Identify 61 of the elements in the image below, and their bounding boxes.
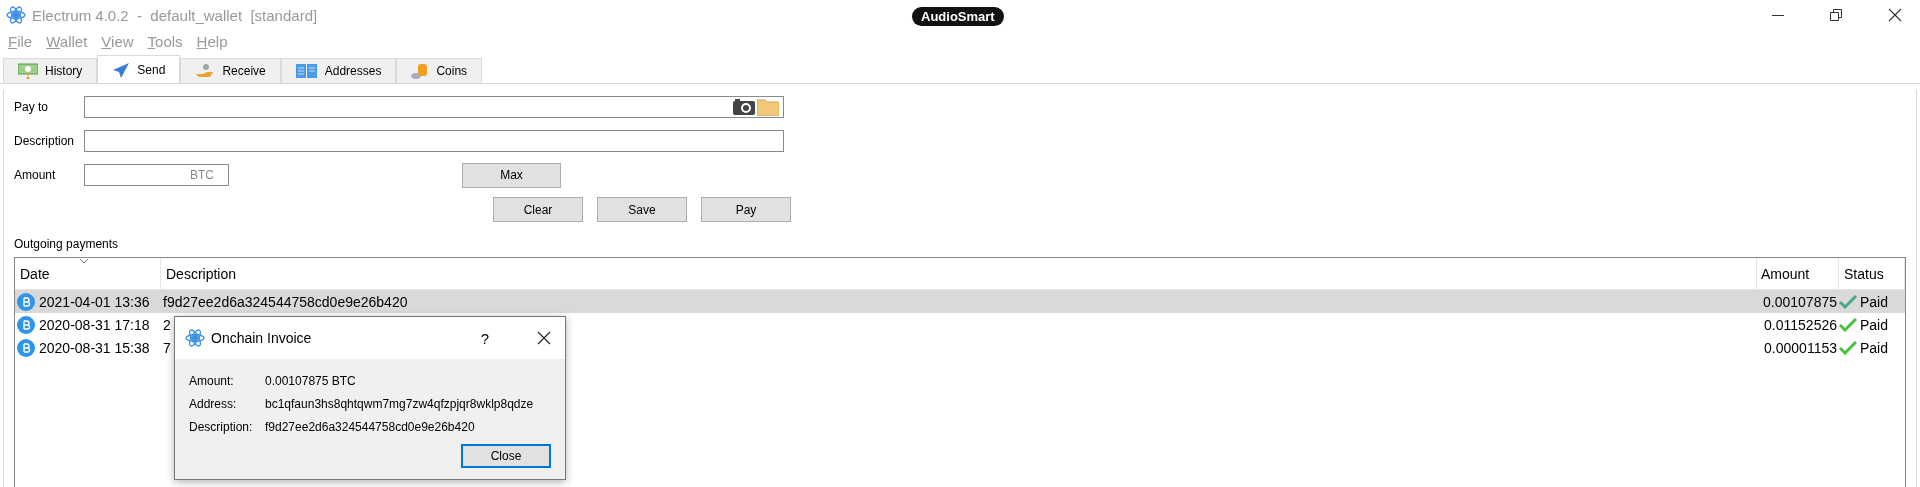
column-header[interactable]: Description: [161, 258, 1757, 289]
form-button[interactable]: Pay: [701, 197, 791, 222]
close-icon[interactable]: [537, 331, 551, 345]
description-cell: 2: [163, 316, 171, 333]
tab[interactable]: Addresses: [280, 58, 397, 83]
bitcoin-icon: [17, 315, 35, 334]
checkmark-icon: [1839, 340, 1857, 355]
section-title: Outgoing payments: [14, 237, 120, 253]
close-icon[interactable]: [1888, 8, 1902, 22]
field-value: f9d27ee2d6a324544758cd0e9e26b420: [265, 419, 475, 434]
book-icon: [295, 63, 318, 79]
amount-cell-text: 0.00001153: [1763, 339, 1838, 356]
sort-caret-icon: [79, 258, 89, 264]
field-value: 0.00107875 BTC: [265, 373, 356, 388]
description-field[interactable]: [84, 130, 784, 152]
restore-icon[interactable]: [1830, 9, 1842, 21]
status-cell: Paid: [1860, 339, 1889, 356]
pay-to-label: Pay to: [14, 100, 50, 114]
max-button[interactable]: Max: [462, 162, 561, 188]
description-label: Description: [14, 134, 76, 148]
help-button[interactable]: ?: [480, 329, 489, 347]
banknote-icon: [18, 63, 38, 79]
column-header[interactable]: Status: [1839, 258, 1905, 289]
form-button[interactable]: Clear: [493, 197, 583, 222]
column-header[interactable]: Amount: [1757, 258, 1839, 289]
app-logo-icon: [185, 328, 205, 348]
dialog-title: Onchain Invoice: [211, 330, 313, 346]
camera-icon[interactable]: [733, 99, 755, 115]
amount-cell-text: 0.00107875: [1762, 293, 1838, 310]
amount-field[interactable]: BTC: [84, 164, 229, 186]
checkmark-icon: [1839, 317, 1857, 332]
tab[interactable]: Coins: [396, 58, 483, 83]
field-value: bc1qfaun3hs8qhtqwm7mg7zw4qfzpjqr8wklp8qdze: [265, 396, 534, 411]
tab[interactable]: Receive: [180, 58, 281, 83]
form-button[interactable]: Save: [597, 197, 687, 222]
status-cell: Paid: [1860, 293, 1889, 310]
field-label: Description:: [189, 419, 254, 434]
close-button[interactable]: Close: [461, 444, 551, 468]
description-cell: 7: [163, 339, 171, 356]
window-title: Electrum 4.0.2 - default_wallet [standard]: [32, 6, 318, 24]
app-logo-icon: [6, 5, 26, 25]
description-cell: f9d27ee2d6a324544758cd0e9e26b420: [163, 293, 408, 310]
date-cell[interactable]: 2020-08-31 15:38: [39, 339, 150, 356]
paper-plane-icon: [112, 61, 131, 78]
checkmark-icon: [1839, 294, 1857, 309]
pay-to-field[interactable]: [84, 96, 784, 118]
date-cell[interactable]: 2021-04-01 13:36: [39, 293, 150, 310]
hand-coin-icon: [195, 63, 216, 79]
field-label: Address:: [189, 396, 238, 411]
bitcoin-icon: [17, 292, 35, 311]
tab[interactable]: Send: [97, 55, 181, 83]
column-header[interactable]: Date: [15, 258, 161, 289]
overlay-badge: AudioSmart: [912, 7, 1004, 26]
tab[interactable]: History: [3, 58, 98, 83]
amount-cell-text: 0.01152526: [1763, 316, 1838, 333]
bitcoin-icon: [17, 338, 35, 357]
coin-stack-icon: [411, 62, 430, 80]
amount-label: Amount: [14, 168, 57, 182]
field-label: Amount:: [189, 373, 235, 388]
date-cell[interactable]: 2020-08-31 17:18: [39, 316, 150, 333]
status-cell: Paid: [1860, 316, 1889, 333]
